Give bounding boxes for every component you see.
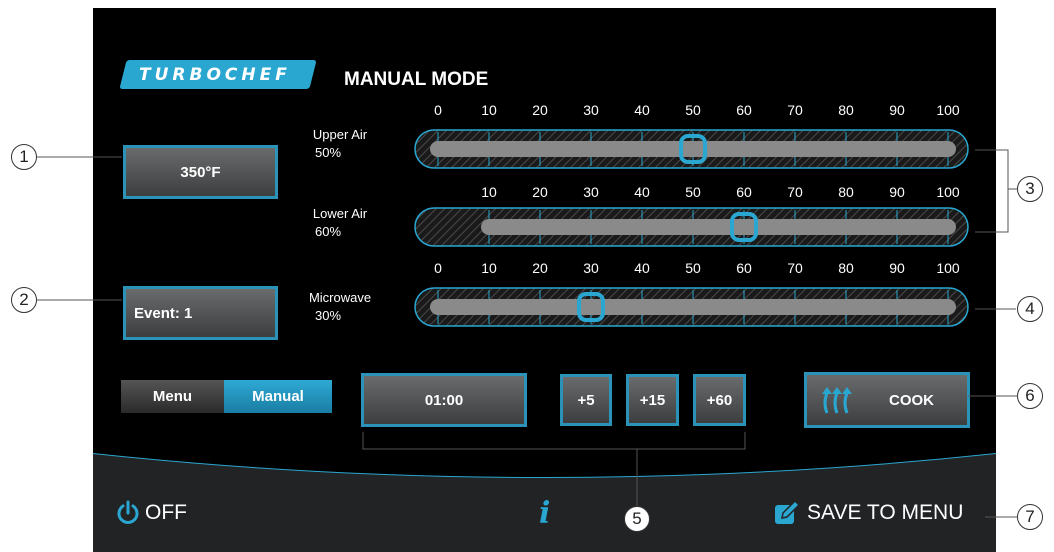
slider-value-label: 60% — [314, 224, 342, 239]
slider-tick-label: 0 — [434, 260, 442, 276]
slider-tick-label: 10 — [481, 102, 497, 118]
slider-rail[interactable] — [481, 219, 956, 235]
slider-tick-label: 10 — [481, 184, 497, 200]
slider-tick-label: 40 — [634, 260, 650, 276]
slider-tick-label: 40 — [634, 102, 650, 118]
slider-tick-label: 20 — [532, 260, 548, 276]
slider-tick-label: 60 — [736, 102, 752, 118]
slider-tick-label: 0 — [434, 102, 442, 118]
callout-3: 3 — [1017, 176, 1043, 202]
slider-upper-air[interactable] — [414, 129, 969, 169]
oven-screen: TURBOCHEF MANUAL MODE 350°F Event: 1 Men… — [93, 8, 996, 552]
callout-5: 5 — [624, 506, 650, 532]
off-label: OFF — [145, 501, 187, 524]
slider-tick-label: 40 — [634, 184, 650, 200]
slider-value-label: 30% — [314, 308, 342, 323]
slider-tick-label: 50 — [685, 184, 701, 200]
add-15-seconds-button[interactable]: +15 — [626, 374, 679, 426]
slider-tick-label: 50 — [685, 260, 701, 276]
cook-time-display[interactable]: 01:00 — [361, 373, 527, 427]
callout-4: 4 — [1017, 296, 1043, 322]
slider-name: Lower Air — [312, 206, 368, 221]
save-to-menu-label: SAVE TO MENU — [807, 501, 964, 524]
slider-name: Microwave — [308, 290, 372, 305]
slider-tick-label: 90 — [889, 184, 905, 200]
callout-1: 1 — [11, 144, 37, 170]
slider-tick-label: 70 — [787, 184, 803, 200]
slider-tick-label: 90 — [889, 102, 905, 118]
add-60-seconds-button[interactable]: +60 — [693, 374, 746, 426]
heat-arrows-icon — [822, 387, 852, 414]
slider-tick-label: 100 — [936, 102, 960, 118]
slider-tick-label: 80 — [838, 102, 854, 118]
slider-tick-label: 70 — [787, 102, 803, 118]
slider-value-label: 50% — [314, 145, 342, 160]
slider-tick-label: 60 — [736, 260, 752, 276]
slider-name: Upper Air — [312, 127, 368, 142]
info-icon[interactable]: i — [539, 496, 550, 531]
slider-tick-label: 70 — [787, 260, 803, 276]
callout-6: 6 — [1017, 383, 1043, 409]
slider-tick-label: 80 — [838, 260, 854, 276]
callout-7: 7 — [1017, 504, 1043, 530]
power-icon — [117, 500, 139, 524]
slider-tick-label: 20 — [532, 184, 548, 200]
footer-divider-curve — [93, 445, 996, 478]
slider-tick-label: 30 — [583, 184, 599, 200]
slider-tick-label: 100 — [936, 184, 960, 200]
power-off-button[interactable]: OFF — [115, 500, 187, 526]
cook-label: COOK — [889, 391, 934, 409]
cook-button[interactable]: COOK — [804, 372, 970, 428]
slider-tick-label: 20 — [532, 102, 548, 118]
add-5-seconds-button[interactable]: +5 — [560, 374, 612, 426]
slider-tick-label: 60 — [736, 184, 752, 200]
slider-tick-label: 10 — [481, 260, 497, 276]
slider-tick-label: 50 — [685, 102, 701, 118]
slider-tick-label: 80 — [838, 184, 854, 200]
edit-icon — [775, 500, 801, 524]
slider-rail[interactable] — [430, 141, 956, 157]
slider-microwave[interactable] — [414, 287, 969, 327]
slider-tick-label: 100 — [936, 260, 960, 276]
slider-tick-label: 30 — [583, 102, 599, 118]
slider-tick-label: 30 — [583, 260, 599, 276]
slider-rail[interactable] — [430, 299, 956, 315]
save-to-menu-button[interactable]: SAVE TO MENU — [773, 500, 963, 526]
callout-2: 2 — [11, 287, 37, 313]
slider-lower-air[interactable] — [414, 207, 969, 247]
slider-tick-label: 90 — [889, 260, 905, 276]
